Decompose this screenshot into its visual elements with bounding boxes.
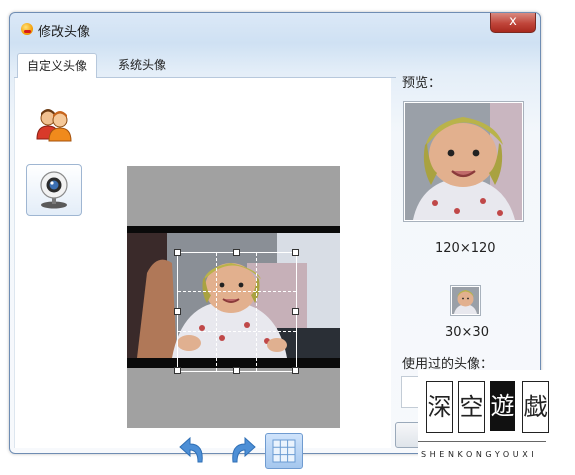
watermark-char: 遊 (490, 381, 515, 431)
rotate-right-icon (232, 436, 256, 463)
crop-handle-w[interactable] (174, 308, 181, 315)
rotate-right-button[interactable] (223, 432, 259, 466)
watermark-char: 空 (458, 381, 485, 433)
crop-handle-ne[interactable] (292, 249, 299, 256)
close-button[interactable]: x (490, 13, 536, 33)
preview-label: 预览： (402, 76, 442, 91)
rotate-left-icon (179, 436, 203, 463)
grid-icon (272, 439, 296, 463)
watermark-char: 深 (426, 381, 453, 433)
crop-area[interactable] (127, 166, 340, 428)
preview-large-size: 120×120 (435, 241, 496, 256)
preview-small-size: 30×30 (445, 325, 489, 340)
crop-selection[interactable] (174, 249, 299, 374)
webcam-icon (40, 171, 68, 209)
source-friends-button[interactable] (27, 100, 81, 150)
tab-bar: 自定义头像 系统头像 (14, 51, 396, 79)
title-bar: 修改头像 x (10, 13, 540, 43)
watermark-char: 戯 (522, 381, 549, 433)
grid-toggle-button[interactable] (265, 433, 303, 469)
friends-icon (36, 109, 72, 142)
watermark-text: SHENKONGYOUXI (421, 450, 538, 459)
tab-system-avatar[interactable]: 系统头像 (109, 53, 175, 77)
app-logo-icon (21, 23, 33, 35)
crop-handle-e[interactable] (292, 308, 299, 315)
custom-avatar-panel (14, 78, 391, 469)
preview-large (403, 101, 524, 222)
window-title: 修改头像 (38, 25, 91, 40)
tab-custom-avatar[interactable]: 自定义头像 (17, 53, 98, 79)
crop-handle-sw[interactable] (174, 367, 181, 374)
watermark-divider (418, 441, 546, 442)
crop-handle-nw[interactable] (174, 249, 181, 256)
crop-handle-n[interactable] (233, 249, 240, 256)
source-webcam-button[interactable] (26, 164, 82, 216)
watermark-logo: 深 空 遊 戯 SHENKONGYOUXI (418, 370, 568, 466)
crop-handle-se[interactable] (292, 367, 299, 374)
preview-small (450, 285, 481, 316)
crop-handle-s[interactable] (233, 367, 240, 374)
rotate-left-button[interactable] (176, 432, 212, 466)
